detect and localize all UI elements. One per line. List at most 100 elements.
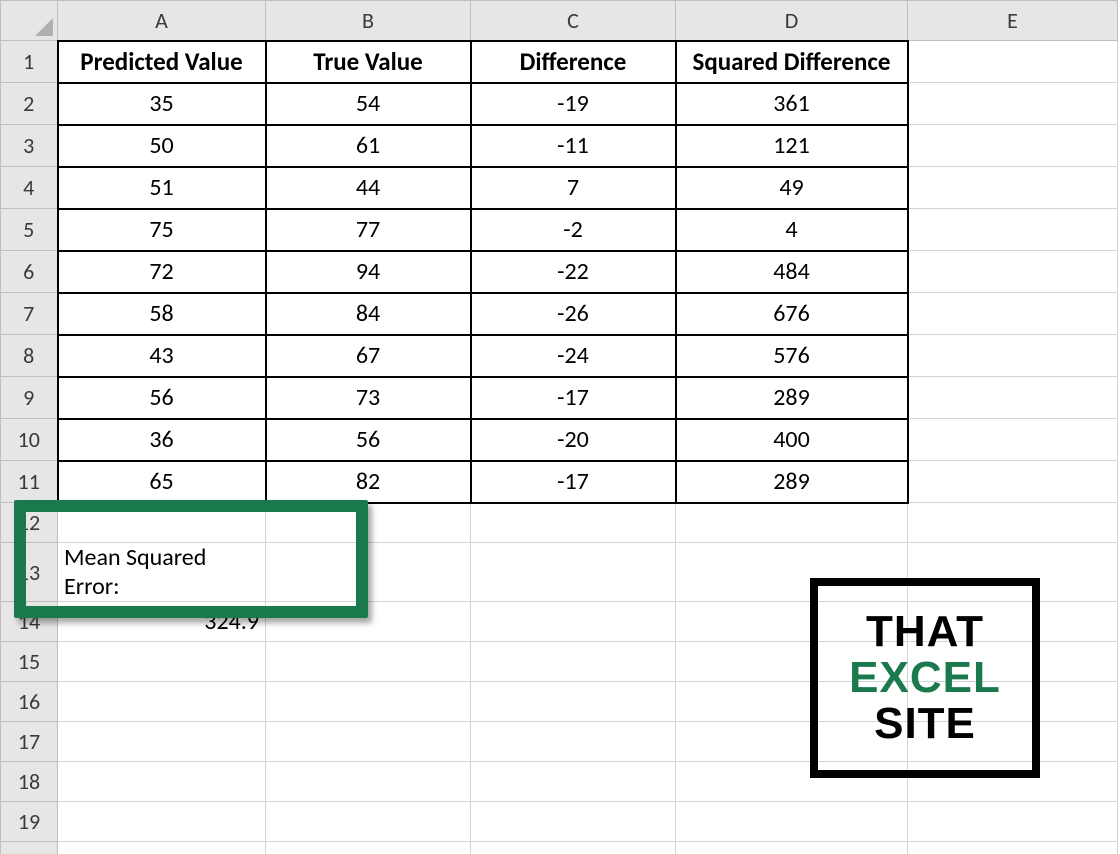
cell-B7[interactable]: 84: [266, 293, 471, 335]
cell-A2[interactable]: 35: [58, 83, 266, 125]
row-header-14[interactable]: 14: [1, 602, 58, 642]
cell-E8[interactable]: [908, 335, 1118, 377]
cell-A4[interactable]: 51: [58, 167, 266, 209]
cell-E9[interactable]: [908, 377, 1118, 419]
cell-B4[interactable]: 44: [266, 167, 471, 209]
cell-B1[interactable]: True Value: [266, 41, 471, 83]
cell-C18[interactable]: [471, 762, 676, 802]
cell-A11[interactable]: 65: [58, 461, 266, 503]
cell-A9[interactable]: 56: [58, 377, 266, 419]
cell-E6[interactable]: [908, 251, 1118, 293]
column-header-E[interactable]: E: [908, 1, 1118, 41]
cell-B18[interactable]: [266, 762, 471, 802]
cell-D8[interactable]: 576: [676, 335, 908, 377]
row-header-12[interactable]: 12: [1, 503, 58, 543]
cell-E11[interactable]: [908, 461, 1118, 503]
cell-A12[interactable]: [58, 503, 266, 543]
cell-B3[interactable]: 61: [266, 125, 471, 167]
select-all-corner[interactable]: [1, 1, 58, 41]
cell-A7[interactable]: 58: [58, 293, 266, 335]
cell-D3[interactable]: 121: [676, 125, 908, 167]
cell-C11[interactable]: -17: [471, 461, 676, 503]
row-header-4[interactable]: 4: [1, 167, 58, 209]
cell-C13[interactable]: [471, 543, 676, 602]
cell-B16[interactable]: [266, 682, 471, 722]
column-header-A[interactable]: A: [58, 1, 266, 41]
cell-B5[interactable]: 77: [266, 209, 471, 251]
cell-A20[interactable]: [58, 842, 266, 854]
cell-C16[interactable]: [471, 682, 676, 722]
cell-D6[interactable]: 484: [676, 251, 908, 293]
row-header-5[interactable]: 5: [1, 209, 58, 251]
row-header-7[interactable]: 7: [1, 293, 58, 335]
row-header-19[interactable]: 19: [1, 802, 58, 842]
cell-A16[interactable]: [58, 682, 266, 722]
cell-B6[interactable]: 94: [266, 251, 471, 293]
cell-E10[interactable]: [908, 419, 1118, 461]
cell-A5[interactable]: 75: [58, 209, 266, 251]
cell-D19[interactable]: [676, 802, 908, 842]
cell-D20[interactable]: [676, 842, 908, 854]
cell-C17[interactable]: [471, 722, 676, 762]
row-header-13[interactable]: 13: [1, 543, 58, 602]
cell-A3[interactable]: 50: [58, 125, 266, 167]
cell-E5[interactable]: [908, 209, 1118, 251]
cell-A1[interactable]: Predicted Value: [58, 41, 266, 83]
row-header-16[interactable]: 16: [1, 682, 58, 722]
row-header-2[interactable]: 2: [1, 83, 58, 125]
cell-B11[interactable]: 82: [266, 461, 471, 503]
cell-E7[interactable]: [908, 293, 1118, 335]
cell-D1[interactable]: Squared Difference: [676, 41, 908, 83]
row-header-1[interactable]: 1: [1, 41, 58, 83]
cell-C5[interactable]: -2: [471, 209, 676, 251]
cell-A19[interactable]: [58, 802, 266, 842]
column-header-B[interactable]: B: [266, 1, 471, 41]
cell-A13-mse-label[interactable]: Mean Squared Error:: [58, 543, 266, 602]
cell-E3[interactable]: [908, 125, 1118, 167]
cell-E1[interactable]: [908, 41, 1118, 83]
cell-C14[interactable]: [471, 602, 676, 642]
cell-E4[interactable]: [908, 167, 1118, 209]
column-header-D[interactable]: D: [676, 1, 908, 41]
cell-E20[interactable]: [908, 842, 1118, 854]
row-header-11[interactable]: 11: [1, 461, 58, 503]
cell-C20[interactable]: [471, 842, 676, 854]
cell-C9[interactable]: -17: [471, 377, 676, 419]
row-header-15[interactable]: 15: [1, 642, 58, 682]
cell-A15[interactable]: [58, 642, 266, 682]
row-header-20[interactable]: 20: [1, 842, 58, 854]
cell-E12[interactable]: [908, 503, 1118, 543]
row-header-6[interactable]: 6: [1, 251, 58, 293]
cell-A14-mse-value[interactable]: 324.9: [58, 602, 266, 642]
cell-C10[interactable]: -20: [471, 419, 676, 461]
cell-D4[interactable]: 49: [676, 167, 908, 209]
cell-E19[interactable]: [908, 802, 1118, 842]
column-header-C[interactable]: C: [471, 1, 676, 41]
cell-C1[interactable]: Difference: [471, 41, 676, 83]
row-header-17[interactable]: 17: [1, 722, 58, 762]
cell-D10[interactable]: 400: [676, 419, 908, 461]
cell-A10[interactable]: 36: [58, 419, 266, 461]
cell-C7[interactable]: -26: [471, 293, 676, 335]
cell-A6[interactable]: 72: [58, 251, 266, 293]
cell-C6[interactable]: -22: [471, 251, 676, 293]
cell-C19[interactable]: [471, 802, 676, 842]
cell-C4[interactable]: 7: [471, 167, 676, 209]
row-header-9[interactable]: 9: [1, 377, 58, 419]
row-header-3[interactable]: 3: [1, 125, 58, 167]
cell-B13[interactable]: [266, 543, 471, 602]
cell-A18[interactable]: [58, 762, 266, 802]
cell-D5[interactable]: 4: [676, 209, 908, 251]
row-header-18[interactable]: 18: [1, 762, 58, 802]
cell-C2[interactable]: -19: [471, 83, 676, 125]
cell-C8[interactable]: -24: [471, 335, 676, 377]
cell-D2[interactable]: 361: [676, 83, 908, 125]
cell-D12[interactable]: [676, 503, 908, 543]
cell-B2[interactable]: 54: [266, 83, 471, 125]
cell-B17[interactable]: [266, 722, 471, 762]
cell-B15[interactable]: [266, 642, 471, 682]
row-header-8[interactable]: 8: [1, 335, 58, 377]
cell-C12[interactable]: [471, 503, 676, 543]
cell-D7[interactable]: 676: [676, 293, 908, 335]
cell-C3[interactable]: -11: [471, 125, 676, 167]
